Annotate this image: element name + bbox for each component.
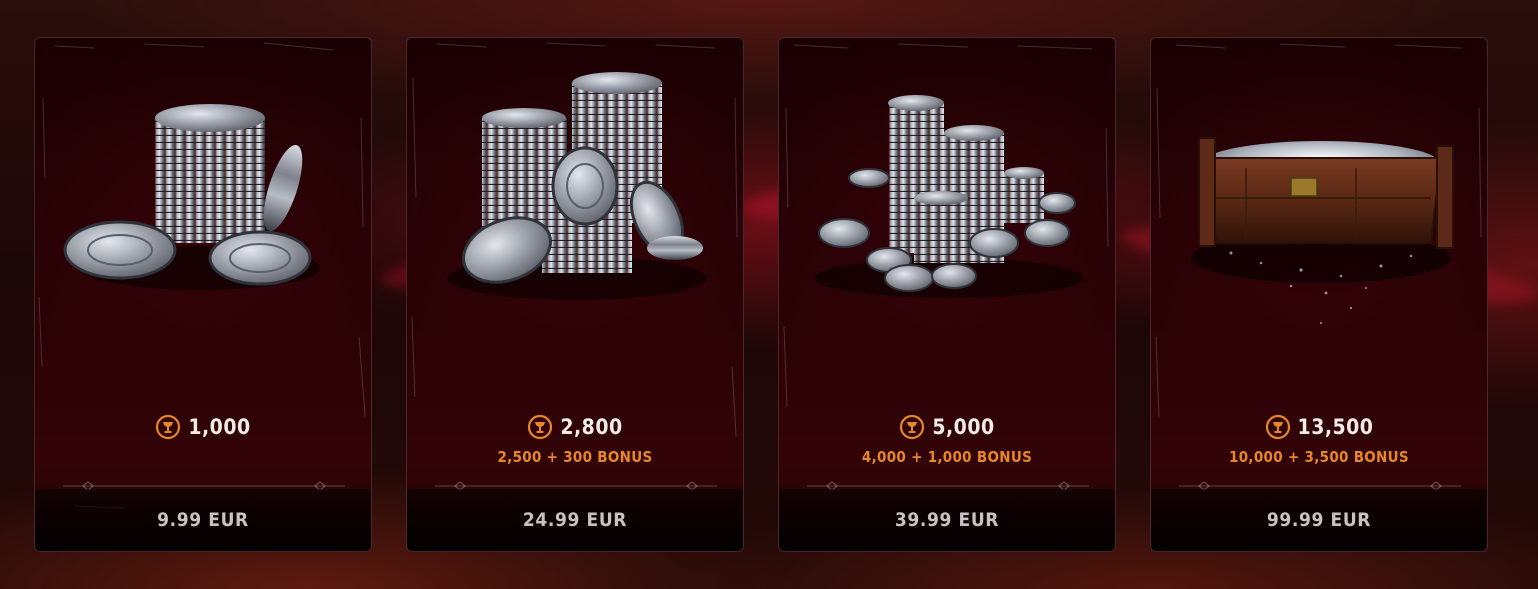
price-button[interactable]: 39.99 EUR [779, 489, 1115, 551]
price-button[interactable]: 24.99 EUR [407, 489, 743, 551]
pack-bonus: 4,000 + 1,000 BONUS [861, 448, 1033, 466]
amount-row: 13,500 [1151, 414, 1487, 440]
price-button[interactable]: 9.99 EUR [35, 489, 371, 551]
pack-price: 24.99 EUR [522, 509, 628, 531]
pack-price: 99.99 EUR [1266, 509, 1372, 531]
chalice-coin-icon [1265, 414, 1290, 440]
chalice-coin-icon [528, 414, 553, 440]
pack-card-13500[interactable]: 13,500 10,000 + 3,500 BONUS 99.99 EUR [1150, 37, 1488, 552]
pack-amount: 13,500 [1297, 415, 1374, 439]
pack-card-1000[interactable]: 1,000 9.99 EUR [34, 37, 372, 552]
coin-chest-image [1191, 137, 1454, 324]
pack-card-2800[interactable]: 2,800 2,500 + 300 BONUS 24.99 EUR [406, 37, 744, 552]
pack-card-5000[interactable]: 5,000 4,000 + 1,000 BONUS 39.99 EUR [778, 37, 1116, 552]
pack-bonus: 2,500 + 300 BONUS [497, 448, 653, 466]
small-coin-stack-image [63, 104, 320, 290]
pack-amount: 5,000 [932, 415, 995, 439]
large-coin-stacks-image [814, 95, 1084, 298]
amount-row: 1,000 [35, 414, 371, 440]
chalice-coin-icon [900, 414, 925, 440]
price-button[interactable]: 99.99 EUR [1151, 489, 1487, 551]
chalice-coin-icon [156, 414, 181, 440]
amount-row: 2,800 [407, 414, 743, 440]
pack-amount: 1,000 [188, 415, 251, 439]
pack-bonus: 10,000 + 3,500 BONUS [1229, 448, 1409, 466]
amount-row: 5,000 [779, 414, 1115, 440]
pack-price: 9.99 EUR [157, 509, 249, 531]
pack-price: 39.99 EUR [894, 509, 1000, 531]
medium-coin-stacks-image [447, 72, 707, 300]
pack-amount: 2,800 [560, 415, 623, 439]
